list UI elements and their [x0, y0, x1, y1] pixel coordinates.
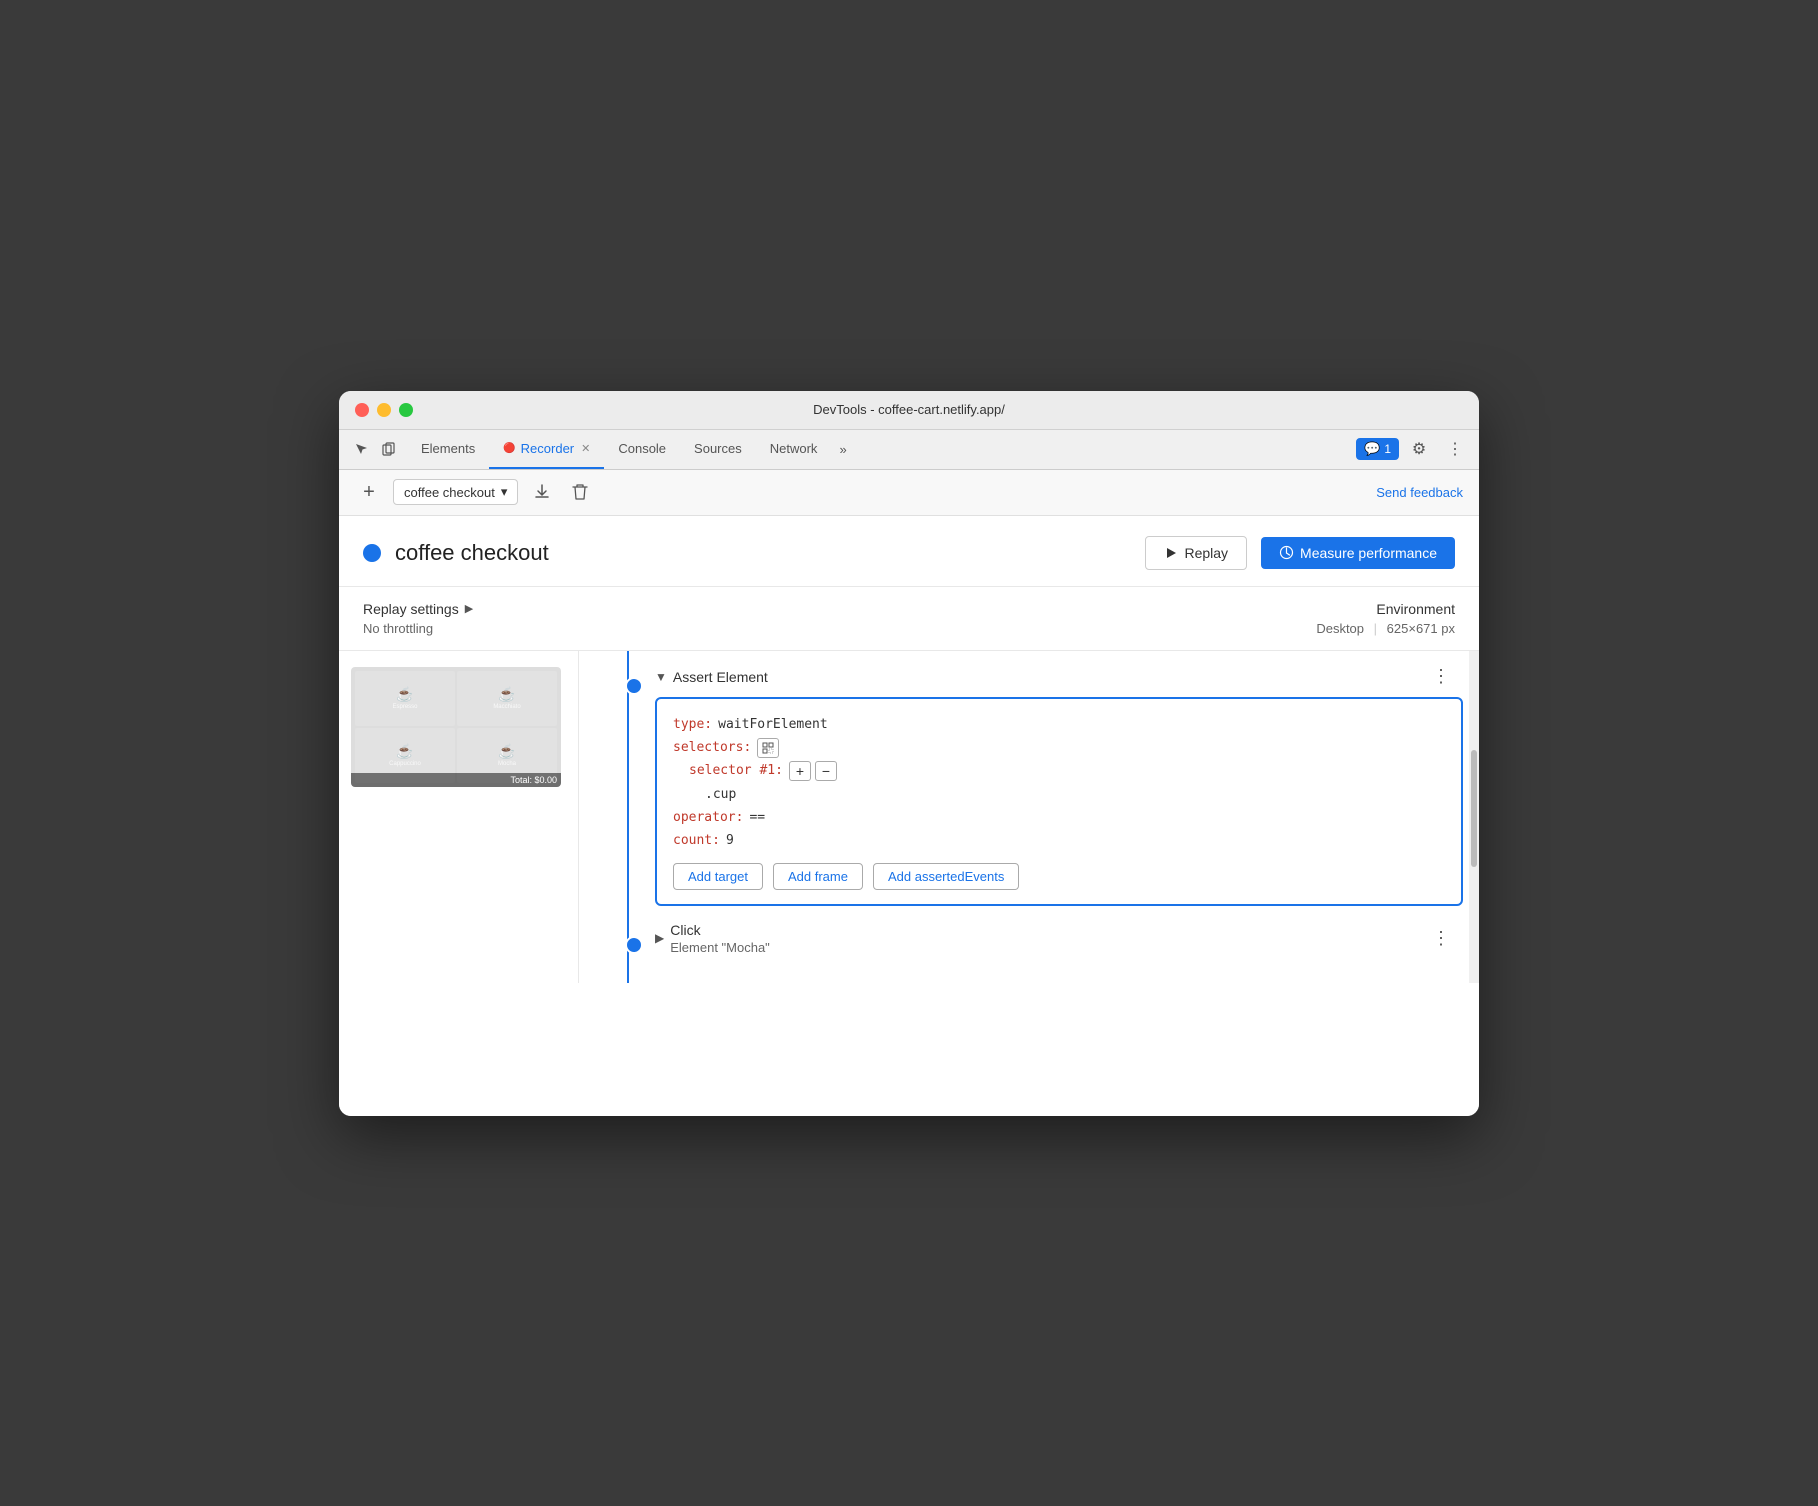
selector-num-line: selector #1: + −	[673, 759, 1445, 782]
steps-area: ☕ Espresso ☕ Macchiato ☕ Cappuccino ☕	[339, 651, 1479, 983]
count-line: count: 9	[673, 829, 1445, 852]
add-recording-button[interactable]: +	[355, 478, 383, 506]
record-icon: 🔴	[503, 443, 515, 454]
assert-element-card: type: waitForElement selectors: s	[655, 697, 1463, 906]
thumbnail-total: Total: $0.00	[351, 773, 561, 787]
delete-icon[interactable]	[566, 478, 594, 506]
scrollbar[interactable]	[1469, 651, 1479, 983]
tab-console[interactable]: Console	[604, 430, 680, 469]
tab-network[interactable]: Network	[756, 430, 832, 469]
tabs-list: Elements 🔴 Recorder ✕ Console Sources Ne…	[407, 430, 855, 469]
settings-right: Environment Desktop | 625×671 px	[1316, 601, 1455, 636]
measure-performance-button[interactable]: Measure performance	[1261, 537, 1455, 569]
add-target-button[interactable]: Add target	[673, 863, 763, 890]
step-dot-click	[625, 936, 643, 954]
recording-thumbnail: ☕ Espresso ☕ Macchiato ☕ Cappuccino ☕	[351, 667, 561, 787]
assert-action-buttons: Add target Add frame Add assertedEvents	[673, 863, 1445, 890]
environment-label: Environment	[1316, 601, 1455, 617]
recording-header: coffee checkout Replay Measure performan…	[339, 516, 1479, 587]
click-step-content: ▶ Click Element "Mocha" ⋮	[595, 922, 1463, 955]
scrollbar-thumb[interactable]	[1471, 750, 1477, 866]
operator-line: operator: ==	[673, 806, 1445, 829]
click-expand-icon[interactable]: ▶	[655, 931, 664, 945]
settings-left: Replay settings ▶ No throttling	[363, 601, 1316, 636]
recording-status-dot	[363, 544, 381, 562]
maximize-button[interactable]	[399, 403, 413, 417]
click-step: ▶ Click Element "Mocha" ⋮	[595, 922, 1463, 955]
type-line: type: waitForElement	[673, 713, 1445, 736]
assert-step-more-button[interactable]: ⋮	[1427, 663, 1455, 691]
messages-badge[interactable]: 💬 1	[1356, 438, 1399, 460]
replay-settings-toggle[interactable]: Replay settings ▶	[363, 601, 1316, 617]
selector-value-line: .cup	[673, 783, 1445, 806]
export-icon[interactable]	[528, 478, 556, 506]
devtools-window: DevTools - coffee-cart.netlify.app/ Elem…	[339, 391, 1479, 1116]
selector-picker-button[interactable]	[757, 738, 779, 758]
tab-sources[interactable]: Sources	[680, 430, 756, 469]
copy-icon[interactable]	[375, 435, 403, 463]
add-frame-button[interactable]: Add frame	[773, 863, 863, 890]
tabs-right: 💬 1 ⚙ ⋮	[1356, 435, 1471, 463]
tabs-bar: Elements 🔴 Recorder ✕ Console Sources Ne…	[339, 430, 1479, 470]
remove-selector-button[interactable]: −	[815, 761, 837, 781]
tab-elements[interactable]: Elements	[407, 430, 489, 469]
main-content: coffee checkout Replay Measure performan…	[339, 516, 1479, 1116]
replay-button[interactable]: Replay	[1145, 536, 1247, 570]
recording-selector[interactable]: coffee checkout ▾	[393, 479, 518, 505]
tab-close-icon[interactable]: ✕	[581, 442, 590, 455]
recording-title: coffee checkout	[395, 540, 1131, 566]
window-title: DevTools - coffee-cart.netlify.app/	[813, 402, 1005, 417]
minimize-button[interactable]	[377, 403, 391, 417]
environment-detail: Desktop | 625×671 px	[1316, 621, 1455, 636]
selectors-line: selectors:	[673, 736, 1445, 759]
coffee-item-macchiato: ☕ Macchiato	[457, 671, 557, 726]
title-bar: DevTools - coffee-cart.netlify.app/	[339, 391, 1479, 430]
traffic-lights	[355, 403, 413, 417]
assert-step-header: ▼ Assert Element ⋮	[595, 663, 1463, 691]
click-step-subtitle: Element "Mocha"	[670, 940, 1427, 955]
assert-expand-icon[interactable]: ▼	[655, 670, 667, 684]
step-dot-assert	[625, 677, 643, 695]
tab-recorder[interactable]: 🔴 Recorder ✕	[489, 430, 604, 469]
close-button[interactable]	[355, 403, 369, 417]
chevron-down-icon: ▾	[501, 484, 508, 500]
recording-toolbar: + coffee checkout ▾ Send feedback	[339, 470, 1479, 516]
add-asserted-events-button[interactable]: Add assertedEvents	[873, 863, 1019, 890]
add-selector-button[interactable]: +	[789, 761, 811, 781]
send-feedback-link[interactable]: Send feedback	[1376, 485, 1463, 500]
settings-icon[interactable]: ⚙	[1403, 435, 1435, 463]
cursor-icon[interactable]	[347, 435, 375, 463]
throttling-label: No throttling	[363, 621, 1316, 636]
settings-bar: Replay settings ▶ No throttling Environm…	[339, 587, 1479, 651]
click-step-title: Click	[670, 922, 1427, 938]
tab-more-icon[interactable]: »	[831, 430, 854, 469]
selector-add-remove: + −	[789, 761, 837, 781]
steps-content: ▼ Assert Element ⋮ type: waitForElement …	[579, 651, 1479, 983]
replay-settings-arrow-icon: ▶	[465, 602, 473, 615]
coffee-item-espresso: ☕ Espresso	[355, 671, 455, 726]
thumbnail-panel: ☕ Espresso ☕ Macchiato ☕ Cappuccino ☕	[339, 651, 579, 983]
more-options-icon[interactable]: ⋮	[1439, 435, 1471, 463]
click-step-more-button[interactable]: ⋮	[1427, 924, 1455, 952]
assert-step-title: Assert Element	[673, 669, 1427, 685]
assert-element-step: ▼ Assert Element ⋮ type: waitForElement …	[595, 663, 1463, 906]
